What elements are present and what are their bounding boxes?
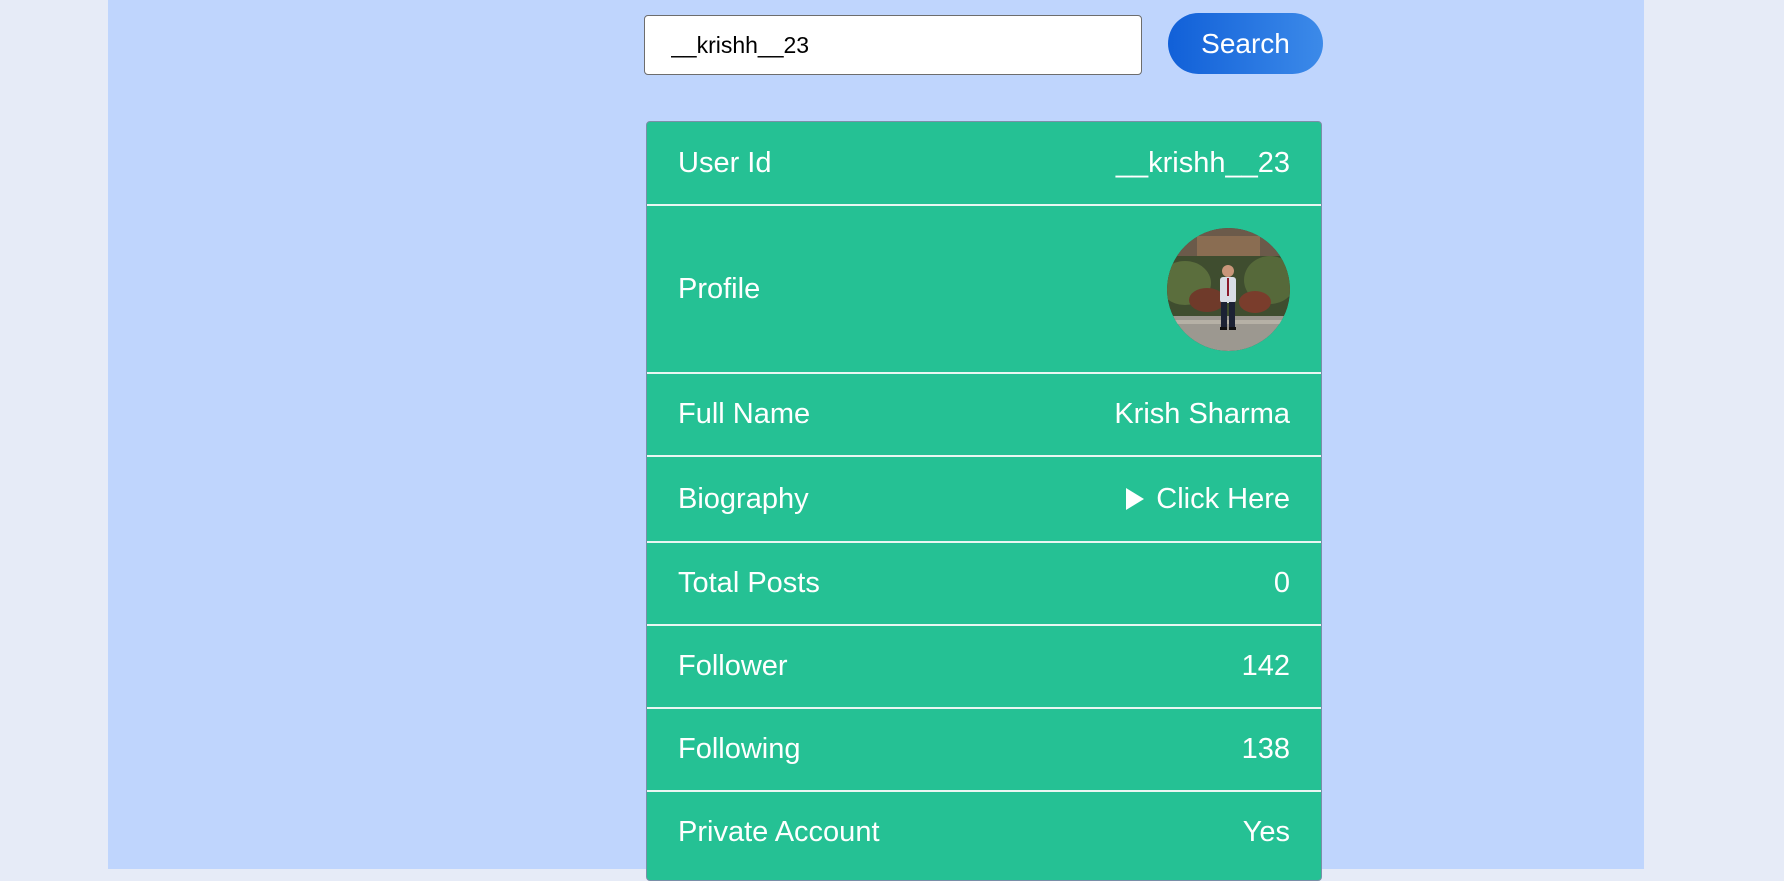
following-value: 138 [1241,733,1290,765]
row-private-account: Private Account Yes [647,792,1321,873]
private-account-value: Yes [1242,816,1290,848]
biography-toggle-label: Click Here [1156,482,1290,515]
full-name-label: Full Name [678,398,811,430]
search-input[interactable] [644,15,1142,75]
following-label: Following [678,733,801,765]
row-following: Following 138 [647,709,1321,790]
total-posts-value: 0 [1273,567,1290,599]
user-id-label: User Id [678,146,772,179]
row-user-id: User Id __krishh__23 [647,122,1321,204]
row-full-name: Full Name Krish Sharma [647,374,1321,455]
row-total-posts: Total Posts 0 [647,543,1321,624]
total-posts-label: Total Posts [678,567,820,599]
page-background: Search User Id __krishh__23 Profile [108,0,1644,881]
row-profile: Profile [647,206,1321,372]
full-name-value: Krish Sharma [1114,398,1290,430]
profile-avatar [1167,227,1290,351]
search-button[interactable]: Search [1168,13,1323,74]
follower-label: Follower [678,650,788,682]
profile-card: User Id __krishh__23 Profile Full Name K… [646,121,1322,881]
profile-label: Profile [678,272,761,305]
biography-label: Biography [678,482,809,515]
row-follower: Follower 142 [647,626,1321,707]
disclosure-triangle-icon [1126,488,1145,510]
row-biography: Biography Click Here [647,457,1321,541]
follower-value: 142 [1241,650,1290,682]
biography-toggle[interactable]: Click Here [1126,483,1290,516]
user-id-value: __krishh__23 [1115,146,1290,179]
private-account-label: Private Account [678,816,880,848]
